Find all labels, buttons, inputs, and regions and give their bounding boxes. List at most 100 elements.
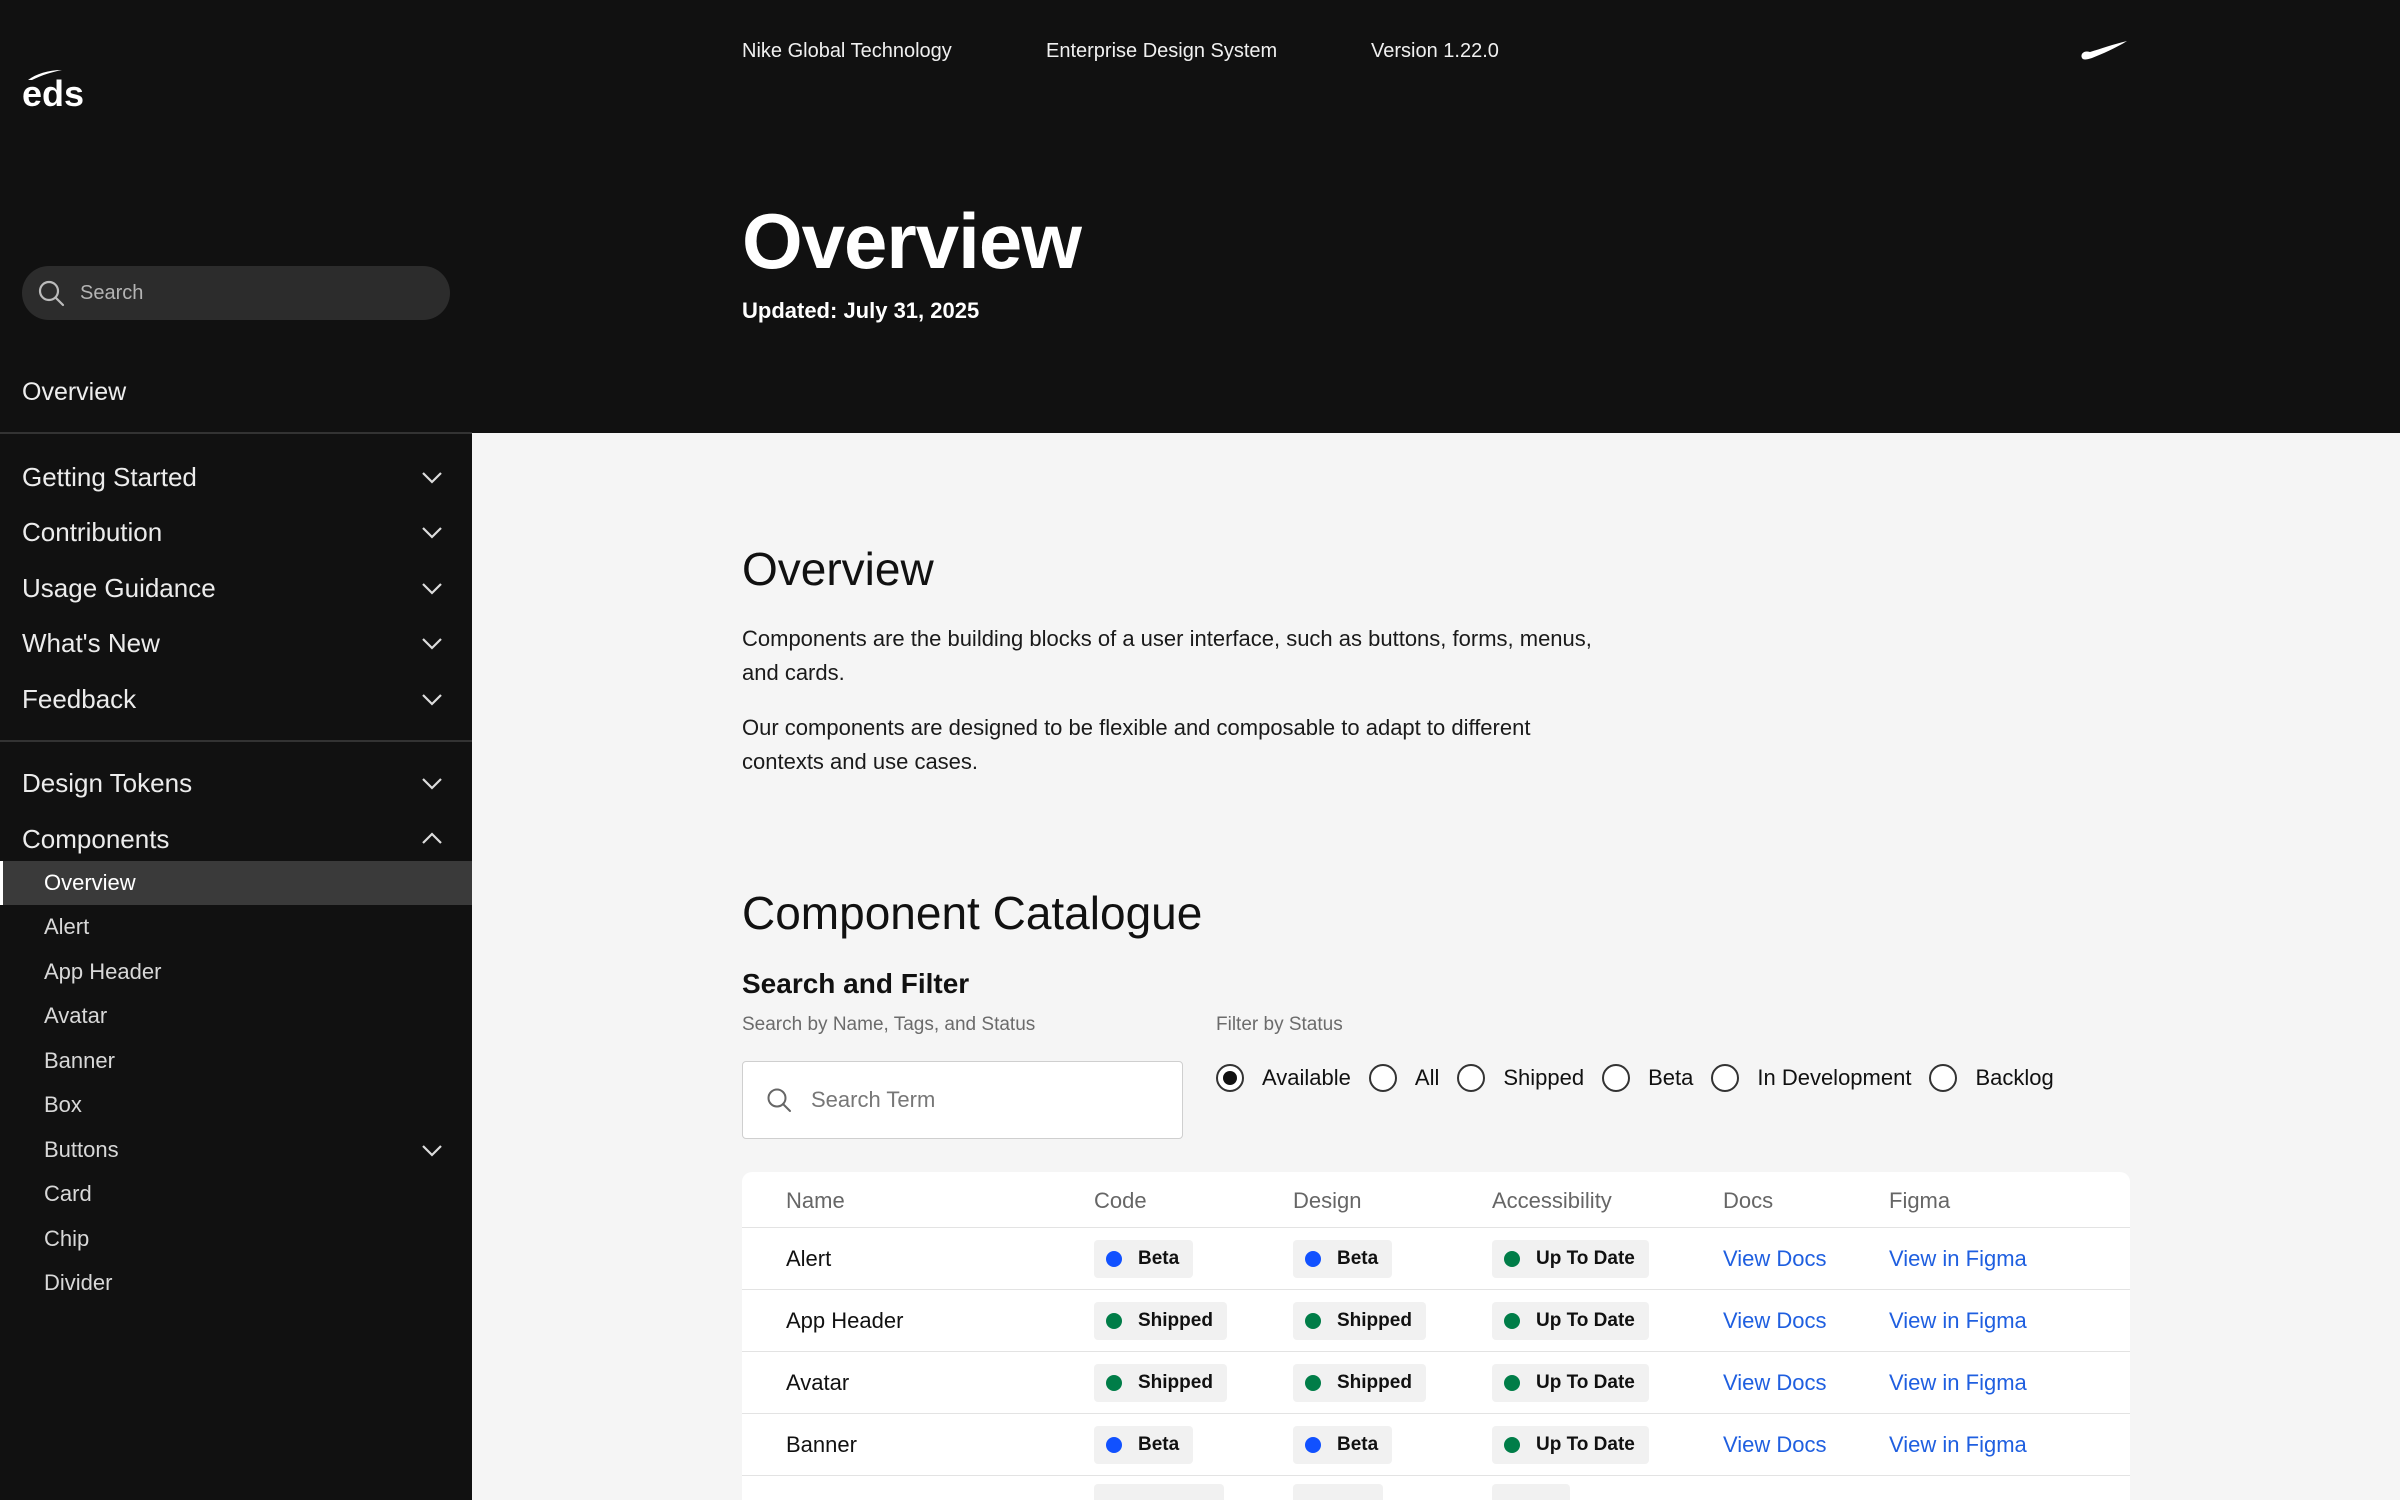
sidebar-item-avatar[interactable]: Avatar <box>0 994 472 1038</box>
radio-circle[interactable] <box>1368 1064 1397 1092</box>
badge-label: Shipped <box>1138 1372 1213 1393</box>
radio-label: Available <box>1262 1065 1351 1090</box>
status-badge-code: Beta <box>1094 1426 1194 1464</box>
status-badge-accessibility: Up To Date <box>1492 1364 1649 1402</box>
sidebar-item-components-overview[interactable]: Overview <box>0 861 472 905</box>
badge-label: Up To Date <box>1536 1248 1635 1269</box>
sidebar-item-alert[interactable]: Alert <box>0 905 472 949</box>
nike-swoosh-icon[interactable] <box>2080 40 2128 62</box>
table-header: Name Code Design Accessibility Docs Figm… <box>742 1172 2130 1228</box>
beta-dot-icon <box>1305 1437 1321 1453</box>
sidebar-item-chip[interactable]: Chip <box>0 1217 472 1261</box>
header-link-enterprise-design-system[interactable]: Enterprise Design System <box>1046 40 1277 63</box>
radio-in-development[interactable]: In Development <box>1711 1064 1911 1092</box>
up-to-date-dot-icon <box>1504 1437 1520 1453</box>
column-header-design[interactable]: Design <box>1293 1188 1361 1214</box>
badge-label: Up To Date <box>1536 1434 1635 1455</box>
column-header-docs[interactable]: Docs <box>1723 1188 1773 1214</box>
sidebar-group-whats-new[interactable]: What's New <box>0 616 472 670</box>
view-docs-link[interactable]: View Docs <box>1723 1370 1827 1396</box>
sidebar-item-app-header[interactable]: App Header <box>0 950 472 994</box>
section-title-overview: Overview <box>742 543 934 595</box>
chevron-down-icon <box>422 778 442 790</box>
status-badge-accessibility <box>1492 1484 1570 1500</box>
sidebar-divider <box>0 432 472 434</box>
radio-circle[interactable] <box>1711 1064 1740 1092</box>
badge-label: Shipped <box>1337 1310 1412 1331</box>
radio-circle[interactable] <box>1216 1064 1244 1092</box>
sidebar-group-feedback[interactable]: Feedback <box>0 672 472 726</box>
chevron-down-icon <box>422 527 442 539</box>
radio-circle[interactable] <box>1929 1064 1958 1092</box>
badge-label: Shipped <box>1138 1310 1213 1331</box>
column-header-code[interactable]: Code <box>1094 1188 1147 1214</box>
badge-label: Beta <box>1138 1434 1180 1455</box>
column-header-accessibility[interactable]: Accessibility <box>1492 1188 1612 1214</box>
sidebar-group-label: Components <box>22 823 170 854</box>
view-docs-link[interactable]: View Docs <box>1723 1308 1827 1334</box>
sidebar-group-label: Getting Started <box>22 461 197 492</box>
radio-circle[interactable] <box>1457 1064 1486 1092</box>
radio-shipped[interactable]: Shipped <box>1457 1064 1584 1092</box>
sidebar-item-card[interactable]: Card <box>0 1172 472 1216</box>
sidebar-item-box[interactable]: Box <box>0 1083 472 1127</box>
view-in-figma-link[interactable]: View in Figma <box>1889 1308 2027 1334</box>
sidebar-group-components[interactable]: Components <box>0 812 472 866</box>
sidebar-item-overview[interactable]: Overview <box>22 378 126 407</box>
radio-available[interactable]: Available <box>1216 1064 1351 1092</box>
badge-label: Beta <box>1337 1248 1379 1269</box>
overview-paragraph-1: Components are the building blocks of a … <box>742 626 1592 685</box>
sidebar-group-design-tokens[interactable]: Design Tokens <box>0 756 472 810</box>
header-link-nike-global-technology[interactable]: Nike Global Technology <box>742 40 952 63</box>
search-icon <box>38 280 65 307</box>
eds-logo[interactable]: eds <box>22 68 94 112</box>
radio-backlog[interactable]: Backlog <box>1929 1064 2054 1092</box>
radio-label: Backlog <box>1975 1065 2054 1090</box>
search-term-input[interactable]: Search Term <box>742 1061 1183 1139</box>
sidebar-item-divider[interactable]: Divider <box>0 1261 472 1305</box>
radio-label: In Development <box>1757 1065 1912 1090</box>
radio-all[interactable]: All <box>1368 1064 1440 1092</box>
radio-label: Beta <box>1648 1065 1694 1090</box>
chevron-down-icon <box>422 638 442 650</box>
beta-dot-icon <box>1106 1437 1122 1453</box>
component-name: Alert <box>786 1246 832 1271</box>
header-link-version[interactable]: Version 1.22.0 <box>1371 40 1499 63</box>
radio-beta[interactable]: Beta <box>1602 1064 1693 1092</box>
sidebar-group-contribution[interactable]: Contribution <box>0 505 472 559</box>
view-in-figma-link[interactable]: View in Figma <box>1889 1246 2027 1272</box>
beta-dot-icon <box>1106 1251 1122 1267</box>
status-badge-code: Beta <box>1094 1240 1194 1278</box>
sidebar-group-usage-guidance[interactable]: Usage Guidance <box>0 561 472 615</box>
radio-circle[interactable] <box>1602 1064 1631 1092</box>
view-docs-link[interactable]: View Docs <box>1723 1246 1827 1272</box>
section-title-catalogue: Component Catalogue <box>742 887 1203 939</box>
table-row <box>742 1476 2130 1500</box>
status-badge-accessibility: Up To Date <box>1492 1426 1649 1464</box>
badge-label: Shipped <box>1337 1372 1412 1393</box>
sidebar-group-label: What's New <box>22 627 160 658</box>
filter-label: Filter by Status <box>1216 1014 1343 1035</box>
search-label: Search by Name, Tags, and Status <box>742 1014 1036 1035</box>
status-badge-accessibility: Up To Date <box>1492 1240 1649 1278</box>
sidebar-item-banner[interactable]: Banner <box>0 1039 472 1083</box>
shipped-dot-icon <box>1305 1313 1321 1329</box>
shipped-dot-icon <box>1305 1375 1321 1391</box>
status-badge-design: Beta <box>1293 1426 1393 1464</box>
up-to-date-dot-icon <box>1504 1375 1520 1391</box>
view-docs-link[interactable]: View Docs <box>1723 1432 1827 1458</box>
radio-label: All <box>1414 1065 1440 1090</box>
status-badge-design: Shipped <box>1293 1364 1426 1402</box>
column-header-figma[interactable]: Figma <box>1889 1188 1950 1214</box>
shipped-dot-icon <box>1106 1313 1122 1329</box>
sidebar-group-getting-started[interactable]: Getting Started <box>0 450 472 504</box>
column-header-name[interactable]: Name <box>786 1188 845 1214</box>
sidebar-item-buttons[interactable]: Buttons <box>0 1128 472 1172</box>
view-in-figma-link[interactable]: View in Figma <box>1889 1370 2027 1396</box>
sidebar-search[interactable]: Search <box>22 266 450 320</box>
sidebar-item-label: Buttons <box>44 1137 119 1162</box>
chevron-down-icon <box>422 694 442 706</box>
view-in-figma-link[interactable]: View in Figma <box>1889 1432 2027 1458</box>
badge-label: Beta <box>1337 1434 1379 1455</box>
status-badge-design: Beta <box>1293 1240 1393 1278</box>
